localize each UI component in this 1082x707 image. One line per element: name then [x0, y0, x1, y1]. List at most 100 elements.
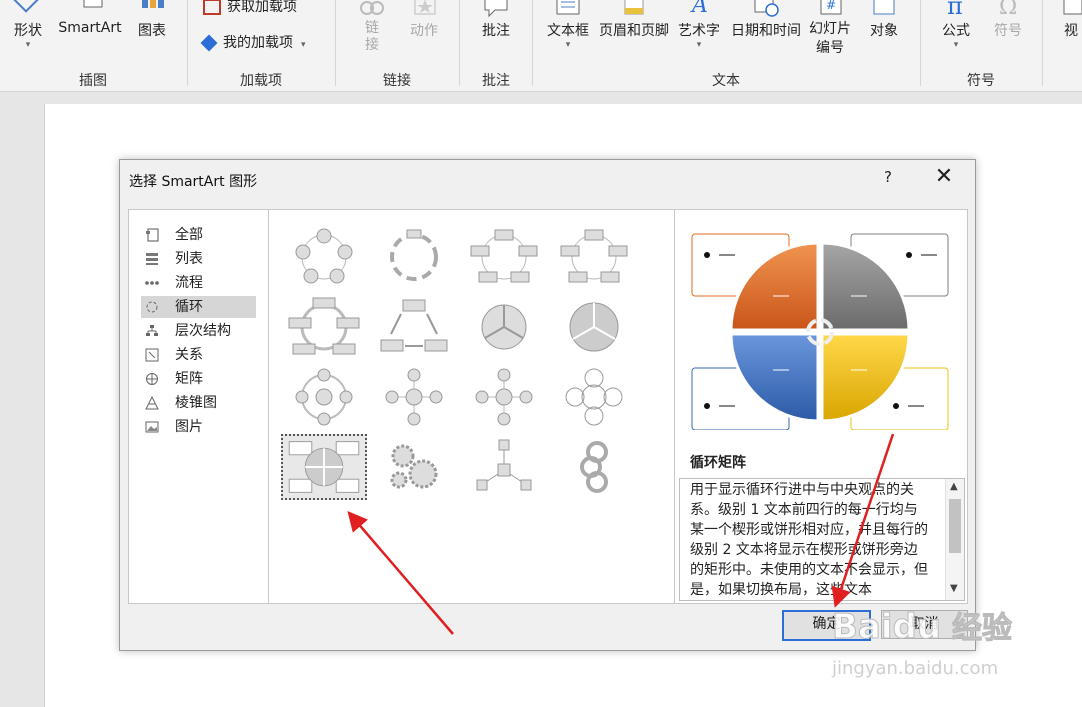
- calendar-icon: [754, 0, 779, 17]
- matrix-icon: [146, 373, 158, 385]
- cycle-matrix-preview: [691, 233, 949, 430]
- layout-gear-thumbnail[interactable]: [371, 434, 457, 500]
- action-label: 动作: [410, 23, 438, 39]
- chart-button[interactable]: 图表: [130, 0, 174, 40]
- wordart-button[interactable]: A 艺术字 ▾: [676, 0, 722, 50]
- dialog-title: 选择 SmartArt 图形: [129, 174, 258, 190]
- layout-basic-cycle-thumbnail[interactable]: [281, 224, 367, 290]
- ribbon: 形状 ▾ SmartArt 图表 插图 获取加载项 我的加载项 ▾ 加载项 链接 …: [0, 0, 1082, 92]
- link-button[interactable]: 链接: [352, 0, 392, 54]
- scroll-down-icon[interactable]: ▼: [950, 583, 958, 594]
- layout-segmented-cycle-thumbnail[interactable]: [461, 294, 547, 360]
- layout-multidirectional-cycle-thumbnail[interactable]: [371, 294, 457, 360]
- datetime-button[interactable]: 日期和时间: [727, 0, 805, 40]
- chevron-down-icon: ▾: [696, 40, 702, 50]
- category-label: 流程: [175, 275, 203, 291]
- slide-number-label: 幻灯片编号: [809, 21, 851, 56]
- object-button[interactable]: 对象: [862, 0, 906, 40]
- comment-label: 批注: [482, 23, 510, 39]
- layout-radial-cluster-thumbnail[interactable]: [461, 434, 547, 500]
- symbol-button[interactable]: Ω 符号: [986, 0, 1030, 40]
- wordart-icon: A: [690, 0, 708, 18]
- shapes-icon: [13, 0, 39, 13]
- category-label: 矩阵: [175, 371, 203, 387]
- pyramid-icon: [145, 396, 159, 410]
- cancel-button[interactable]: 取消: [881, 610, 968, 639]
- layout-description: 用于显示循环行进中与中央观点的关系。级别 1 文本前四行的每一行均与某一个楔形或…: [690, 482, 928, 598]
- hierarchy-icon: [146, 325, 158, 336]
- get-addins-label: 获取加载项: [227, 0, 297, 15]
- category-all[interactable]: 全部: [141, 224, 256, 246]
- shapes-button[interactable]: 形状 ▾: [6, 0, 50, 50]
- layout-cycle-matrix-thumbnail[interactable]: [281, 434, 367, 500]
- group-separator: [1042, 0, 1043, 86]
- category-label: 循环: [175, 299, 203, 315]
- symbols-group-label: 符号: [967, 73, 995, 89]
- header-footer-button[interactable]: 页眉和页脚: [596, 0, 672, 40]
- symbol-label: 符号: [994, 23, 1022, 39]
- view-button[interactable]: 视: [1056, 0, 1082, 40]
- category-relationship[interactable]: 关系: [141, 344, 256, 366]
- smartart-label: SmartArt: [58, 20, 122, 36]
- ok-button[interactable]: 确定: [782, 610, 871, 641]
- my-addins-label: 我的加载项: [223, 35, 293, 51]
- slide-number-button[interactable]: # 幻灯片编号: [808, 0, 854, 58]
- close-button[interactable]: ✕: [932, 166, 956, 190]
- layout-diverging-radial-thumbnail[interactable]: [461, 364, 547, 430]
- category-picture[interactable]: 图片: [141, 416, 256, 438]
- layout-nondirectional-cycle-thumbnail[interactable]: [551, 224, 637, 290]
- category-cycle[interactable]: 循环: [141, 296, 256, 318]
- cycle-icon: [146, 301, 158, 313]
- category-label: 棱锥图: [175, 395, 217, 411]
- addin-icon: [200, 34, 218, 52]
- category-label: 全部: [175, 227, 203, 243]
- textbox-button[interactable]: 文本框 ▾: [544, 0, 592, 50]
- get-addins-button[interactable]: 获取加载项: [203, 0, 297, 16]
- category-pyramid[interactable]: 棱锥图: [141, 392, 256, 414]
- category-list: 全部 列表 流程 循环 层次结构 关系 矩阵 棱锥图 图片: [128, 209, 270, 604]
- smartart-dialog: 选择 SmartArt 图形 ? ✕ 全部 列表 流程 循环 层次结构 关系 矩…: [119, 159, 976, 651]
- category-label: 层次结构: [175, 323, 231, 339]
- datetime-label: 日期和时间: [731, 23, 801, 39]
- layout-text-cycle-thumbnail[interactable]: [371, 224, 457, 290]
- category-list-type[interactable]: 列表: [141, 248, 256, 270]
- link-label: 链接: [365, 20, 379, 53]
- cycle-arrows-icon: [806, 318, 834, 346]
- category-label: 图片: [175, 419, 203, 435]
- chevron-down-icon: ▾: [301, 40, 306, 50]
- layout-continuous-cycle-thumbnail[interactable]: [281, 294, 367, 360]
- chart-label: 图表: [138, 23, 166, 39]
- chart-icon: [142, 0, 164, 8]
- header-footer-icon: [624, 0, 644, 15]
- category-process[interactable]: 流程: [141, 272, 256, 294]
- equation-button[interactable]: π 公式 ▾: [934, 0, 978, 50]
- wordart-label: 艺术字: [678, 23, 720, 39]
- layout-radial-cycle-thumbnail[interactable]: [281, 364, 367, 430]
- action-button[interactable]: 动作: [402, 0, 446, 40]
- layout-pie-thumbnail[interactable]: [551, 294, 637, 360]
- pi-icon: π: [947, 0, 963, 20]
- smartart-button[interactable]: SmartArt: [55, 0, 125, 36]
- layout-block-cycle-thumbnail[interactable]: [461, 224, 547, 290]
- category-label: 关系: [175, 347, 203, 363]
- addins-group-label: 加载项: [240, 73, 282, 89]
- help-button[interactable]: ?: [878, 168, 898, 188]
- description-scrollbar[interactable]: ▲ ▼: [945, 479, 964, 600]
- svg-text:#: #: [826, 0, 836, 12]
- layout-basic-radial-thumbnail[interactable]: [371, 364, 457, 430]
- layout-radial-venn-thumbnail[interactable]: [551, 364, 637, 430]
- scrollbar-thumb[interactable]: [949, 499, 961, 553]
- layout-circle-arrow-process-thumbnail[interactable]: [551, 434, 637, 500]
- omega-icon: Ω: [999, 0, 1017, 20]
- star-icon: [414, 0, 436, 15]
- category-matrix[interactable]: 矩阵: [141, 368, 256, 390]
- view-label: 视: [1064, 23, 1078, 39]
- layout-name: 循环矩阵: [690, 455, 746, 471]
- comment-button[interactable]: 批注: [474, 0, 518, 40]
- list-icon: [146, 253, 158, 265]
- layout-description-box: 用于显示循环行进中与中央观点的关系。级别 1 文本前四行的每一行均与某一个楔形或…: [679, 478, 965, 601]
- svg-text:A: A: [690, 0, 708, 18]
- scroll-up-icon[interactable]: ▲: [950, 481, 958, 492]
- my-addins-button[interactable]: 我的加载项 ▾: [200, 32, 306, 52]
- category-hierarchy[interactable]: 层次结构: [141, 320, 256, 342]
